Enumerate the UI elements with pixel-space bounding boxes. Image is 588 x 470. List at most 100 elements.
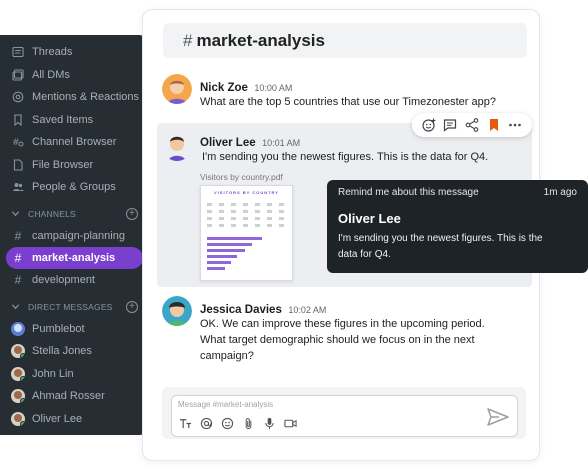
add-reaction-icon[interactable] xyxy=(421,117,437,133)
threads-icon xyxy=(11,45,25,59)
dm-label: Oliver Lee xyxy=(32,412,83,425)
send-icon[interactable] xyxy=(487,408,509,426)
reminder-popover[interactable]: Remind me about this message 1m ago Oliv… xyxy=(327,180,588,273)
channel-title: market-analysis xyxy=(196,30,325,50)
people-icon xyxy=(11,180,25,194)
sidebar-item-channel-browser[interactable]: # Channel Browser xyxy=(0,131,149,154)
message-actions-toolbar xyxy=(412,113,532,137)
reply-thread-icon[interactable] xyxy=(442,117,458,133)
reminder-body-line: data for Q4. xyxy=(338,249,391,260)
hash-icon: # xyxy=(14,273,22,288)
sidebar-dm-oliver-lee[interactable]: Oliver Lee xyxy=(0,408,149,431)
message-time: 10:00 AM xyxy=(254,83,293,93)
text-format-icon[interactable] xyxy=(178,416,192,430)
message-body: What are the top 5 countries that use ou… xyxy=(200,96,496,108)
dms-icon xyxy=(11,68,25,82)
channels-section-header[interactable]: CHANNELS + xyxy=(0,203,149,225)
channel-browser-icon: # xyxy=(11,135,25,149)
reminder-body: I'm sending you the newest figures. This… xyxy=(338,231,577,263)
online-status-dot xyxy=(20,398,25,404)
channel-header: # market-analysis xyxy=(163,23,527,58)
sidebar-item-label: Threads xyxy=(32,46,73,59)
reminder-time-ago: 1m ago xyxy=(543,187,577,198)
attachment-bar xyxy=(207,255,237,258)
bookmark-icon[interactable] xyxy=(486,117,502,133)
add-dm-icon[interactable]: + xyxy=(126,300,138,313)
message-time: 10:01 AM xyxy=(262,138,301,148)
composer-placeholder[interactable]: Message #market-analysis xyxy=(178,400,273,409)
message-author[interactable]: Oliver Lee xyxy=(200,137,256,149)
channel-hash: # xyxy=(183,30,193,50)
composer-toolbar xyxy=(178,416,297,430)
app-stage: Threads All DMs Mentions & Reactions Sav… xyxy=(0,0,588,470)
channel-label: development xyxy=(32,274,95,287)
attachment-bar xyxy=(207,243,252,246)
sidebar-dm-john-lin[interactable]: John Lin xyxy=(0,363,149,386)
sidebar-item-all-dms[interactable]: All DMs xyxy=(0,64,149,87)
online-status-dot xyxy=(20,375,25,381)
mention-icon xyxy=(11,90,25,104)
hash-icon: # xyxy=(14,228,22,243)
reminder-author: Oliver Lee xyxy=(338,211,401,226)
attachment-bar xyxy=(207,261,231,264)
dm-label: John Lin xyxy=(32,367,74,380)
attachment-preview[interactable]: VISITORS BY COUNTRY xyxy=(200,185,293,281)
sidebar-item-mentions[interactable]: Mentions & Reactions xyxy=(0,86,149,109)
attachment-icon[interactable] xyxy=(241,416,255,430)
message-body-line: What target demographic should we focus … xyxy=(200,334,475,346)
attachment-bar xyxy=(207,249,245,252)
sidebar-item-saved[interactable]: Saved Items xyxy=(0,109,149,132)
attachment-bar xyxy=(207,267,225,270)
emoji-icon[interactable] xyxy=(220,416,234,430)
message-time: 10:02 AM xyxy=(288,305,327,315)
avatar xyxy=(11,366,25,381)
reminder-body-line: I'm sending you the newest figures. This… xyxy=(338,233,543,244)
sidebar-dm-stella-jones[interactable]: Stella Jones xyxy=(0,340,149,363)
sidebar-dm-pumblebot[interactable]: Pumblebot xyxy=(0,318,149,341)
sidebar: Threads All DMs Mentions & Reactions Sav… xyxy=(0,35,149,435)
attachment-bar xyxy=(207,237,262,240)
sidebar-item-file-browser[interactable]: File Browser xyxy=(0,154,149,177)
add-channel-icon[interactable]: + xyxy=(126,207,138,220)
message-author[interactable]: Nick Zoe xyxy=(200,82,248,94)
sidebar-item-label: People & Groups xyxy=(32,181,116,194)
dm-section-header[interactable]: DIRECT MESSAGES + xyxy=(0,296,149,318)
message-author[interactable]: Jessica Davies xyxy=(200,304,282,316)
mention-icon[interactable] xyxy=(199,416,213,430)
more-options-icon[interactable] xyxy=(507,117,523,133)
sidebar-item-people[interactable]: People & Groups xyxy=(0,176,149,199)
dm-header-label: DIRECT MESSAGES xyxy=(28,301,113,312)
attachment-heading: VISITORS BY COUNTRY xyxy=(214,190,279,195)
dm-label: Ahmad Rosser xyxy=(32,390,105,403)
attachment-table-row xyxy=(207,203,286,206)
svg-text:#: # xyxy=(12,138,20,148)
channel-label: campaign-planning xyxy=(32,229,125,242)
sidebar-item-threads[interactable]: Threads xyxy=(0,41,149,64)
share-icon[interactable] xyxy=(464,117,480,133)
message-body-line: OK. We can improve these figures in the … xyxy=(200,318,485,330)
sidebar-channel-development[interactable]: # development xyxy=(0,269,149,292)
attachment-table-row xyxy=(207,217,286,220)
attachment-table-row xyxy=(207,210,286,213)
sidebar-item-label: File Browser xyxy=(32,158,94,171)
avatar xyxy=(11,344,25,359)
file-icon xyxy=(11,158,25,172)
avatar xyxy=(11,411,25,426)
chevron-down-icon xyxy=(11,302,21,311)
sidebar-channel-campaign-planning[interactable]: # campaign-planning xyxy=(0,225,149,248)
channels-header-label: CHANNELS xyxy=(28,208,76,219)
message-body-line: campaign? xyxy=(200,350,254,362)
bookmark-icon xyxy=(11,113,25,127)
message-composer[interactable]: Message #market-analysis xyxy=(171,395,518,437)
avatar xyxy=(162,131,192,161)
microphone-icon[interactable] xyxy=(262,416,276,430)
channel-label: market-analysis xyxy=(32,252,116,264)
avatar xyxy=(162,296,192,326)
avatar xyxy=(11,321,25,336)
hash-icon: # xyxy=(14,251,22,265)
sidebar-item-label: Channel Browser xyxy=(32,136,117,149)
sidebar-dm-ahmad-rosser[interactable]: Ahmad Rosser xyxy=(0,385,149,408)
sidebar-channel-market-analysis[interactable]: # market-analysis xyxy=(6,247,143,269)
attachment-filename[interactable]: Visitors by country.pdf xyxy=(200,172,283,182)
video-icon[interactable] xyxy=(283,416,297,430)
